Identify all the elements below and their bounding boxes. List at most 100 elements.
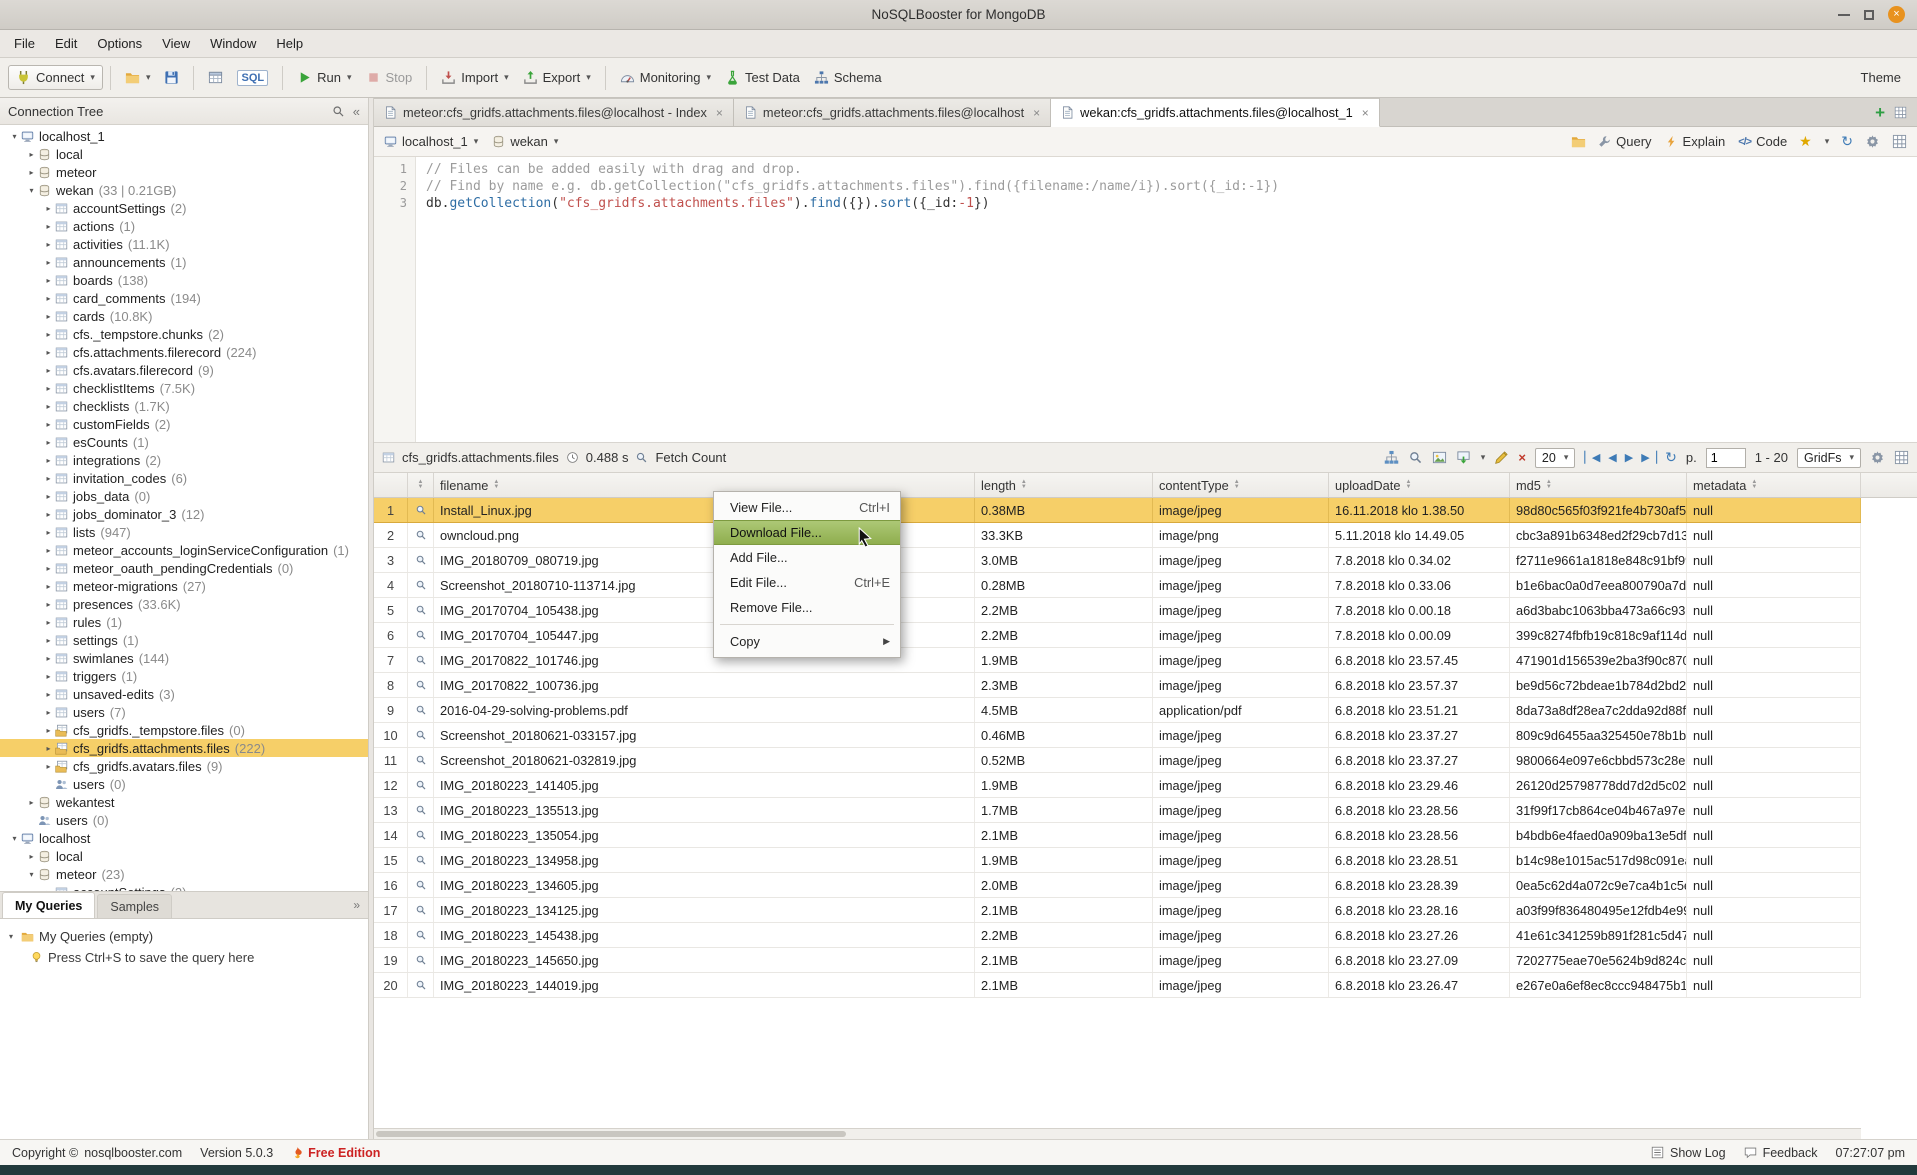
expander-icon[interactable]: ▸	[42, 258, 55, 267]
side-tab-my-queries[interactable]: My Queries	[2, 892, 95, 918]
sql-button[interactable]: SQL	[230, 66, 275, 90]
expander-icon[interactable]: ▸	[42, 474, 55, 483]
export-button[interactable]: Export▾	[516, 66, 598, 89]
delete-document-icon[interactable]: ×	[1518, 450, 1526, 465]
column-header-uploadDate[interactable]: uploadDate▲▼	[1329, 473, 1510, 497]
favorites-caret-icon[interactable]: ▾	[1825, 136, 1830, 147]
cell-preview[interactable]	[408, 573, 434, 597]
expander-icon[interactable]: ▸	[42, 312, 55, 321]
cell-preview[interactable]	[408, 523, 434, 547]
table-row[interactable]: 17IMG_20180223_134125.jpg2.1MBimage/jpeg…	[374, 898, 1861, 923]
reload-page-icon[interactable]: ↻	[1665, 449, 1677, 466]
cell-preview[interactable]	[408, 723, 434, 747]
cell-preview[interactable]	[408, 948, 434, 972]
expander-icon[interactable]: ▸	[42, 348, 55, 357]
next-page-button[interactable]: ▶	[1625, 451, 1632, 464]
tree-item-lists[interactable]: ▸lists(947)	[0, 523, 368, 541]
search-icon[interactable]	[332, 105, 345, 118]
table-row[interactable]: 8IMG_20170822_100736.jpg2.3MBimage/jpeg6…	[374, 673, 1861, 698]
page-size-select[interactable]: 20 ▾	[1535, 448, 1575, 468]
insert-caret-icon[interactable]: ▾	[1481, 452, 1486, 463]
tree-item-announcements[interactable]: ▸announcements(1)	[0, 253, 368, 271]
favorite-star-icon[interactable]: ★	[1799, 133, 1812, 150]
expander-icon[interactable]: ▸	[42, 528, 55, 537]
context-menu-item-view-file[interactable]: View File...Ctrl+I	[714, 495, 900, 520]
save-button[interactable]	[157, 66, 186, 89]
expander-icon[interactable]: ▾	[25, 186, 38, 195]
cell-preview[interactable]	[408, 548, 434, 572]
menu-window[interactable]: Window	[200, 30, 266, 57]
tab-list-icon[interactable]	[1894, 106, 1907, 119]
tree-item-cfs.attachments.filerecord[interactable]: ▸cfs.attachments.filerecord(224)	[0, 343, 368, 361]
tree-item-wekan[interactable]: ▾wekan(33 | 0.21GB)	[0, 181, 368, 199]
table-row[interactable]: 18IMG_20180223_145438.jpg2.2MBimage/jpeg…	[374, 923, 1861, 948]
new-tab-button[interactable]: +	[1875, 104, 1885, 121]
cell-preview[interactable]	[408, 873, 434, 897]
expander-icon[interactable]: ▸	[42, 672, 55, 681]
connect-button[interactable]: Connect▾	[8, 65, 103, 90]
gear-icon[interactable]	[1865, 134, 1880, 149]
code-area[interactable]: // Files can be added easily with drag a…	[416, 157, 1917, 442]
cell-preview[interactable]	[408, 798, 434, 822]
maximize-icon[interactable]	[1864, 10, 1874, 20]
prev-page-button[interactable]: ◀	[1608, 451, 1615, 464]
expand-panel-icon[interactable]: »	[353, 898, 360, 912]
expander-icon[interactable]: ▸	[42, 582, 55, 591]
menu-file[interactable]: File	[4, 30, 45, 57]
cell-preview[interactable]	[408, 898, 434, 922]
query-editor[interactable]: 123 // Files can be added easily with dr…	[374, 157, 1917, 443]
cell-preview[interactable]	[408, 598, 434, 622]
results-grid-icon[interactable]	[1894, 450, 1909, 465]
tree-item-boards[interactable]: ▸boards(138)	[0, 271, 368, 289]
first-page-button[interactable]: ▏◀	[1584, 451, 1599, 464]
tree-item-integrations[interactable]: ▸integrations(2)	[0, 451, 368, 469]
tree-item-accountSettings[interactable]: ▸accountSettings(2)	[0, 883, 368, 891]
tree-item-localhost_1[interactable]: ▾localhost_1	[0, 127, 368, 145]
site-link[interactable]: nosqlbooster.com	[84, 1146, 182, 1160]
tree-item-customFields[interactable]: ▸customFields(2)	[0, 415, 368, 433]
snippets-folder-icon[interactable]	[1571, 134, 1586, 149]
results-settings-icon[interactable]	[1870, 450, 1885, 465]
expander-icon[interactable]: ▾	[6, 932, 16, 941]
expander-icon[interactable]: ▸	[42, 240, 55, 249]
tree-item-cfs_gridfs.avatars.files[interactable]: ▸cfs_gridfs.avatars.files(9)	[0, 757, 368, 775]
cell-preview[interactable]	[408, 773, 434, 797]
tree-item-local[interactable]: ▸local	[0, 847, 368, 865]
expander-icon[interactable]: ▸	[42, 690, 55, 699]
refresh-icon[interactable]: ↻	[1841, 133, 1853, 150]
context-menu-item-edit-file[interactable]: Edit File...Ctrl+E	[714, 570, 900, 595]
expander-icon[interactable]: ▸	[42, 762, 55, 771]
tree-item-cfs_gridfs.attachments.files[interactable]: ▸cfs_gridfs.attachments.files(222)	[0, 739, 368, 757]
table-row[interactable]: 92016-04-29-solving-problems.pdf4.5MBapp…	[374, 698, 1861, 723]
cell-preview[interactable]	[408, 623, 434, 647]
table-row[interactable]: 15IMG_20180223_134958.jpg1.9MBimage/jpeg…	[374, 848, 1861, 873]
side-tab-samples[interactable]: Samples	[97, 894, 172, 918]
cell-preview[interactable]	[408, 923, 434, 947]
tree-item-settings[interactable]: ▸settings(1)	[0, 631, 368, 649]
close-icon[interactable]: ×	[1888, 6, 1905, 23]
tree-item-jobs_data[interactable]: ▸jobs_data(0)	[0, 487, 368, 505]
view-mode-select[interactable]: GridFs ▾	[1797, 448, 1861, 468]
context-menu-item-remove-file[interactable]: Remove File...	[714, 595, 900, 620]
expander-icon[interactable]: ▸	[25, 150, 38, 159]
import-button[interactable]: Import▾	[434, 66, 515, 89]
expander-icon[interactable]: ▸	[25, 852, 38, 861]
tree-item-meteor_accounts_loginServiceConfiguration[interactable]: ▸meteor_accounts_loginServiceConfigurati…	[0, 541, 368, 559]
free-edition-badge[interactable]: Free Edition	[291, 1146, 380, 1160]
tree-item-cfs._tempstore.chunks[interactable]: ▸cfs._tempstore.chunks(2)	[0, 325, 368, 343]
schema-button[interactable]: Schema	[807, 66, 889, 89]
test-data-button[interactable]: Test Data	[718, 66, 807, 89]
edit-document-icon[interactable]	[1494, 450, 1509, 465]
my-queries-root[interactable]: ▾ My Queries (empty)	[6, 926, 362, 947]
column-header-md5[interactable]: md5▲▼	[1510, 473, 1687, 497]
expander-icon[interactable]: ▸	[42, 654, 55, 663]
expander-icon[interactable]: ▸	[42, 636, 55, 645]
last-page-button[interactable]: ▶▕	[1641, 451, 1656, 464]
expander-icon[interactable]: ▾	[25, 870, 38, 879]
show-log-button[interactable]: Show Log	[1651, 1146, 1726, 1160]
page-number-input[interactable]	[1706, 448, 1746, 468]
tree-item-users[interactable]: users(0)	[0, 811, 368, 829]
expander-icon[interactable]: ▾	[8, 132, 21, 141]
expander-icon[interactable]: ▸	[25, 798, 38, 807]
monitoring-button[interactable]: Monitoring▾	[613, 66, 718, 89]
